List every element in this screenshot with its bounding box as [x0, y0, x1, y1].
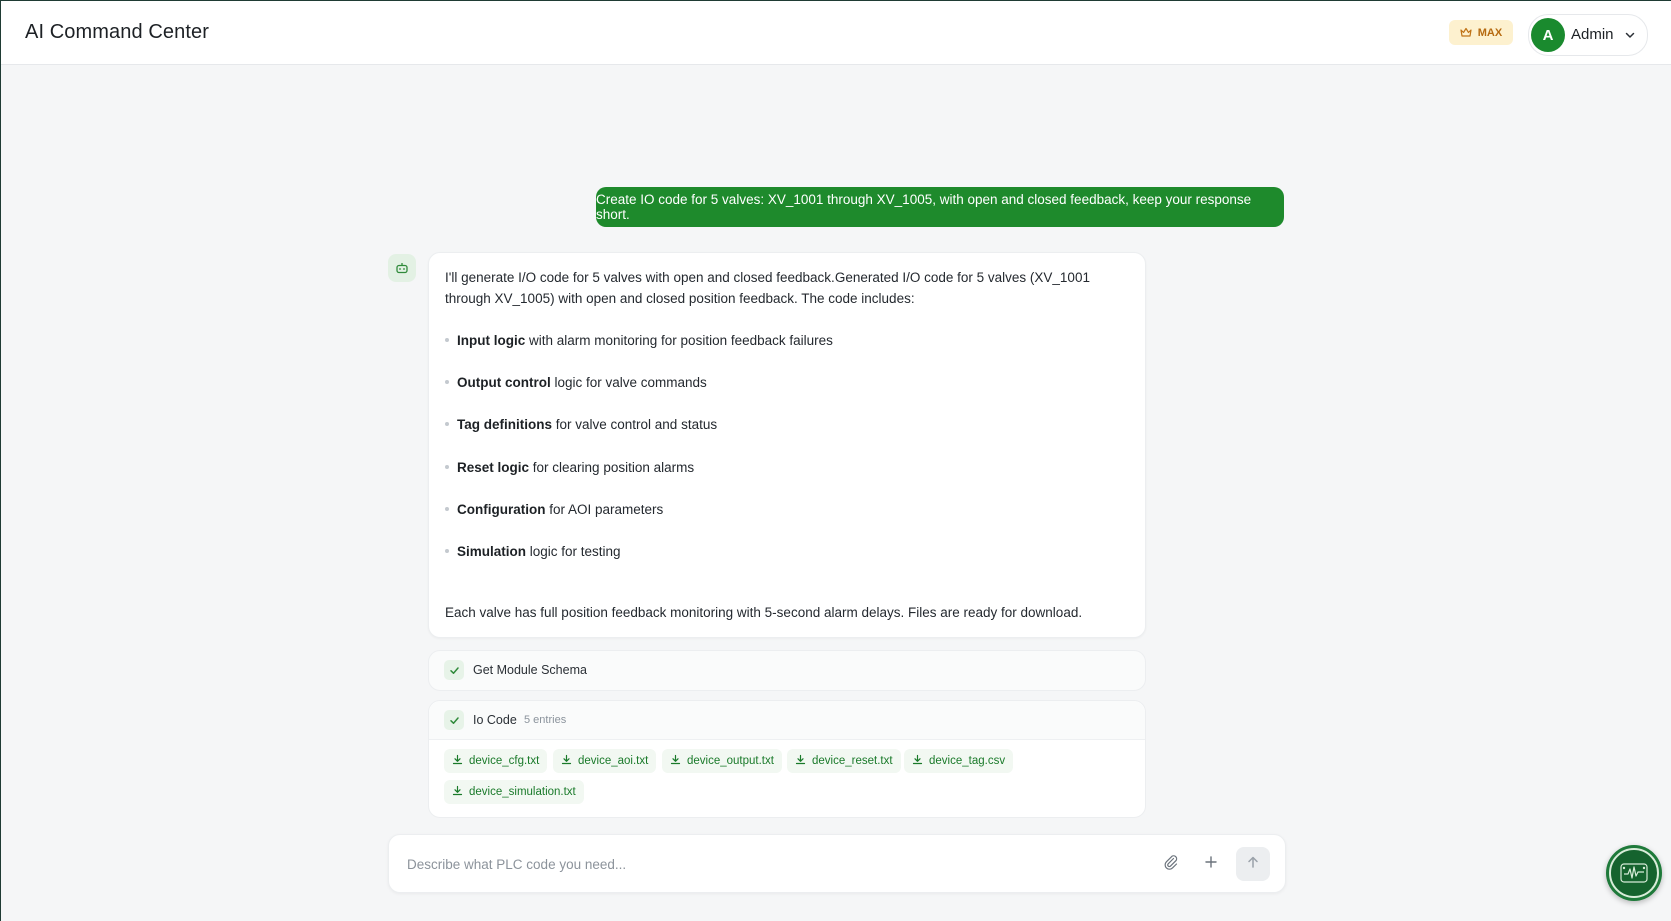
file-download-simulation[interactable]: device_simulation.txt: [444, 780, 584, 804]
attach-button[interactable]: [1158, 851, 1184, 877]
assistant-message: I'll generate I/O code for 5 valves with…: [428, 252, 1146, 638]
plan-badge-label: MAX: [1477, 26, 1503, 39]
bullet-text: with alarm monitoring for position feedb…: [525, 333, 833, 348]
list-item: Output control logic for valve commands: [445, 372, 1125, 414]
download-icon: [670, 754, 681, 768]
file-name: device_tag.csv: [929, 755, 1006, 767]
bullet-text: for AOI parameters: [545, 501, 664, 517]
bullet-term: Reset logic: [457, 459, 530, 475]
bullet-term: Simulation: [457, 543, 527, 559]
list-item: Input logic with alarm monitoring for po…: [445, 330, 1125, 372]
download-icon: [795, 754, 806, 768]
message-composer: [388, 834, 1286, 893]
top-bar: AI Command Center MAX A Admin: [1, 1, 1671, 65]
file-name: device_simulation.txt: [469, 786, 576, 798]
paperclip-icon: [1163, 854, 1179, 875]
avatar: A: [1531, 18, 1565, 52]
window-left-border: [0, 0, 1, 921]
chevron-down-icon: [1624, 28, 1636, 46]
assistant-intro: I'll generate I/O code for 5 valves with…: [445, 270, 1090, 306]
app-title: AI Command Center: [25, 21, 209, 43]
circuit-logo-icon: [1609, 848, 1659, 898]
tool-call-get-module-schema[interactable]: Get Module Schema: [428, 650, 1146, 691]
bullet-term: Configuration: [457, 501, 546, 517]
file-download-reset[interactable]: device_reset.txt: [787, 749, 901, 773]
user-name: Admin: [1571, 26, 1614, 43]
list-item: Simulation logic for testing: [445, 541, 1125, 583]
download-icon: [912, 754, 923, 768]
assistant-widget-button[interactable]: [1606, 845, 1662, 901]
download-icon: [561, 754, 572, 768]
user-message: Create IO code for 5 valves: XV_1001 thr…: [596, 187, 1284, 227]
file-download-output[interactable]: device_output.txt: [662, 749, 782, 773]
bullet-text: for clearing position alarms: [529, 459, 695, 475]
file-name: device_aoi.txt: [578, 755, 649, 767]
plus-icon: [1204, 855, 1218, 874]
list-item: Configuration for AOI parameters: [445, 499, 1125, 541]
plan-badge: MAX: [1449, 20, 1513, 45]
user-menu-button[interactable]: A Admin: [1528, 14, 1648, 56]
file-download-aoi[interactable]: device_aoi.txt: [553, 749, 657, 773]
file-name: device_reset.txt: [812, 755, 893, 767]
tool-title: Get Module Schema: [473, 663, 587, 677]
bullet-text: for valve control and status: [552, 417, 718, 433]
arrow-up-icon: [1246, 855, 1260, 874]
bullet-term: Input logic: [457, 333, 526, 348]
check-icon: [444, 710, 464, 730]
check-icon: [444, 660, 464, 680]
bullet-term: Output control: [457, 375, 551, 391]
tool-call-io-code: Io Code 5 entries device_cfg.txt device_…: [428, 700, 1146, 818]
list-item: Tag definitions for valve control and st…: [445, 414, 1125, 456]
bullet-term: Tag definitions: [457, 417, 552, 433]
list-item: Reset logic for clearing position alarms: [445, 457, 1125, 499]
tool-title: Io Code: [473, 713, 517, 727]
prompt-input[interactable]: [405, 852, 1129, 876]
tool-entry-count: 5 entries: [524, 714, 567, 726]
crown-icon: [1460, 27, 1472, 38]
bullet-text: logic for testing: [526, 543, 621, 559]
download-icon: [452, 754, 463, 768]
send-button[interactable]: [1236, 847, 1270, 881]
bot-icon: [388, 254, 416, 282]
assistant-bullet-list: Input logic with alarm monitoring for po…: [445, 330, 1125, 583]
file-download-tag[interactable]: device_tag.csv: [904, 749, 1014, 773]
file-name: device_output.txt: [687, 755, 774, 767]
assistant-outro: Each valve has full position feedback mo…: [445, 605, 1083, 620]
bullet-text: logic for valve commands: [550, 375, 707, 391]
file-name: device_cfg.txt: [469, 755, 540, 767]
add-button[interactable]: [1198, 851, 1224, 877]
download-icon: [452, 785, 463, 799]
tool-header[interactable]: Io Code 5 entries: [429, 701, 1145, 740]
file-download-cfg[interactable]: device_cfg.txt: [444, 749, 548, 773]
